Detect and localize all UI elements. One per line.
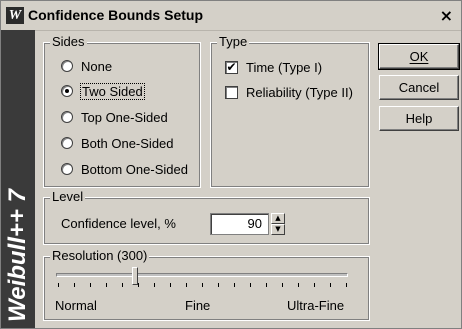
slider-tick <box>346 283 347 287</box>
resolution-label-normal: Normal <box>55 298 97 313</box>
radio-label: Both One-Sided <box>81 135 174 151</box>
brand-text: Weibull++ 7 <box>4 189 31 322</box>
slider-tick <box>314 283 315 287</box>
help-button-label: Help <box>405 111 433 126</box>
slider-tick <box>282 283 283 287</box>
check-time-type-i[interactable]: ✔ Time (Type I) <box>225 58 322 76</box>
slider-tick <box>74 283 75 287</box>
slider-tick <box>58 283 59 287</box>
slider-tick <box>234 283 235 287</box>
slider-tick <box>186 283 187 287</box>
confidence-bounds-dialog: W Confidence Bounds Setup × Weibull++ 7 … <box>0 0 462 329</box>
slider-tick <box>106 283 107 287</box>
spin-down-icon[interactable]: ▼ <box>271 224 285 235</box>
radio-button[interactable] <box>61 60 73 72</box>
confidence-level-label: Confidence level, % <box>61 216 176 231</box>
slider-tick <box>90 283 91 287</box>
radio-label: Bottom One-Sided <box>81 161 188 177</box>
spin-up-icon[interactable]: ▲ <box>271 213 285 224</box>
slider-tick <box>266 283 267 287</box>
radio-button[interactable] <box>61 111 73 123</box>
title-bar: W Confidence Bounds Setup × <box>1 1 461 31</box>
slider-tick <box>202 283 203 287</box>
radio-button[interactable] <box>61 85 73 97</box>
help-button[interactable]: Help <box>379 106 459 131</box>
level-legend: Level <box>50 189 86 205</box>
sides-legend: Sides <box>50 34 87 50</box>
dialog-title: Confidence Bounds Setup <box>28 7 203 23</box>
slider-tick <box>218 283 219 287</box>
slider-tick <box>170 283 171 287</box>
cancel-button-label: Cancel <box>398 80 440 95</box>
ok-button[interactable]: OK <box>378 43 460 70</box>
resolution-slider-track[interactable] <box>56 273 348 277</box>
slider-tick <box>138 283 139 287</box>
radio-top-one-sided[interactable]: Top One-Sided <box>61 108 168 126</box>
brand-band: Weibull++ 7 <box>1 30 35 328</box>
type-legend: Type <box>217 34 250 50</box>
resolution-label-fine: Fine <box>185 298 211 313</box>
resolution-slider-thumb[interactable] <box>131 267 138 285</box>
ok-button-label: OK <box>409 49 429 64</box>
radio-label: None <box>81 58 113 74</box>
radio-none[interactable]: None <box>61 57 112 75</box>
slider-tick <box>250 283 251 287</box>
radio-two-sided[interactable]: Two Sided <box>61 82 145 100</box>
check-reliability-type-ii[interactable]: Reliability (Type II) <box>225 83 353 101</box>
checkmark-icon[interactable]: ✔ <box>225 60 238 74</box>
resolution-legend: Resolution (300) <box>50 248 150 264</box>
radio-bottom-one-sided[interactable]: Bottom One-Sided <box>61 160 188 178</box>
close-icon[interactable]: × <box>440 6 453 25</box>
cancel-button[interactable]: Cancel <box>379 75 459 100</box>
radio-both-one-sided[interactable]: Both One-Sided <box>61 134 174 152</box>
checkbox-label: Time (Type I) <box>246 59 323 75</box>
slider-tick <box>122 283 123 287</box>
slider-tick <box>330 283 331 287</box>
slider-tick <box>154 283 155 287</box>
radio-button[interactable] <box>61 137 73 149</box>
checkbox-empty[interactable] <box>225 85 238 99</box>
radio-label: Top One-Sided <box>81 109 168 125</box>
radio-label: Two Sided <box>80 82 145 100</box>
confidence-level-spinner[interactable]: ▲ ▼ <box>271 213 285 235</box>
confidence-level-input[interactable]: 90 <box>210 213 269 235</box>
checkbox-label: Reliability (Type II) <box>246 84 353 100</box>
radio-button[interactable] <box>61 163 73 175</box>
weibull-app-icon: W <box>6 7 24 24</box>
resolution-label-ultra-fine: Ultra-Fine <box>287 298 345 313</box>
slider-tick <box>298 283 299 287</box>
